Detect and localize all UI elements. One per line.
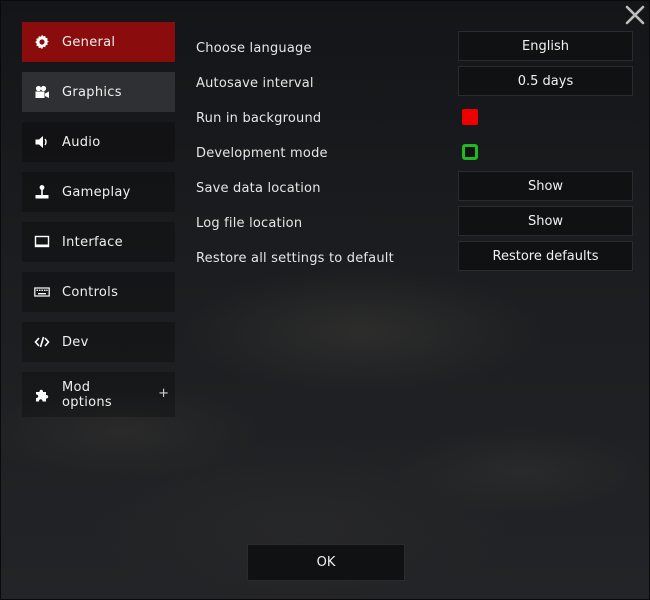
sidebar-item-label: Gameplay (62, 184, 131, 200)
sidebar-item-dev[interactable]: Dev (22, 322, 175, 362)
joystick-icon (34, 184, 50, 200)
monitor-icon (34, 234, 50, 250)
autosave-interval-dropdown[interactable]: 0.5 days (458, 66, 633, 96)
setting-row-autosave: Autosave interval 0.5 days (196, 66, 633, 101)
setting-label: Run in background (196, 111, 322, 126)
close-icon[interactable] (623, 3, 647, 27)
code-icon (34, 334, 50, 350)
restore-defaults-button[interactable]: Restore defaults (458, 241, 633, 271)
run-background-checkbox[interactable] (462, 109, 478, 125)
sidebar-item-general[interactable]: General (22, 22, 175, 62)
sidebar-item-graphics[interactable]: Graphics (22, 72, 175, 112)
setting-label: Log file location (196, 216, 303, 231)
puzzle-icon (34, 387, 50, 403)
settings-window: General Graphics Audio Gameplay Interfac (0, 0, 650, 600)
sidebar-item-label: Audio (62, 134, 101, 150)
ok-button[interactable]: OK (247, 544, 405, 581)
sidebar-item-audio[interactable]: Audio (22, 122, 175, 162)
expand-plus-icon[interactable]: + (158, 386, 169, 401)
setting-row-run-background: Run in background (196, 101, 633, 136)
sidebar-item-label: General (62, 34, 116, 50)
setting-row-log-location: Log file location Show (196, 206, 633, 241)
gear-icon (34, 34, 50, 50)
development-mode-checkbox[interactable] (462, 144, 478, 160)
show-save-location-button[interactable]: Show (458, 171, 633, 201)
setting-label: Restore all settings to default (196, 251, 394, 266)
sidebar-item-label: Interface (62, 234, 123, 250)
sidebar-item-gameplay[interactable]: Gameplay (22, 172, 175, 212)
setting-label: Development mode (196, 146, 328, 161)
setting-row-restore: Restore all settings to default Restore … (196, 241, 633, 276)
setting-label: Choose language (196, 41, 312, 56)
keyboard-icon (34, 284, 50, 300)
sidebar-item-label: Dev (62, 334, 89, 350)
sidebar-item-label: Controls (62, 284, 119, 300)
sidebar-item-interface[interactable]: Interface (22, 222, 175, 262)
sidebar-item-controls[interactable]: Controls (22, 272, 175, 312)
setting-row-language: Choose language English (196, 31, 633, 66)
show-log-location-button[interactable]: Show (458, 206, 633, 236)
camera-icon (34, 84, 50, 100)
sidebar-item-label: Mod options (62, 379, 112, 410)
setting-row-save-location: Save data location Show (196, 171, 633, 206)
language-dropdown[interactable]: English (458, 31, 633, 61)
sidebar-item-label: Graphics (62, 84, 122, 100)
setting-row-dev-mode: Development mode (196, 136, 633, 171)
sidebar: General Graphics Audio Gameplay Interfac (22, 22, 175, 427)
setting-label: Save data location (196, 181, 321, 196)
sidebar-item-mod-options[interactable]: Mod options + (22, 372, 175, 417)
speaker-icon (34, 134, 50, 150)
setting-label: Autosave interval (196, 76, 314, 91)
general-settings-panel: Choose language English Autosave interva… (196, 31, 633, 276)
